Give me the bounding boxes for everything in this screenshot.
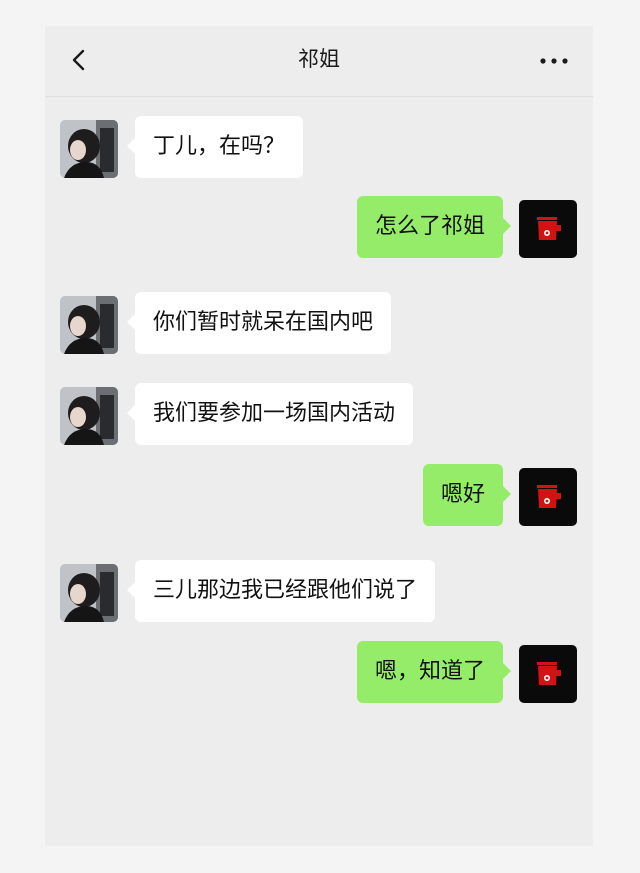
contact-avatar[interactable] <box>60 564 118 622</box>
more-horizontal-icon[interactable] <box>539 51 569 71</box>
message-row: 你们暂时就呆在国内吧 <box>45 292 593 360</box>
message-row: 三儿那边我已经跟他们说了 <box>45 560 593 628</box>
person-photo-icon <box>60 387 118 445</box>
message-row: 丁儿，在吗？ <box>45 116 593 184</box>
message-bubble[interactable]: 丁儿，在吗？ <box>126 116 304 178</box>
person-photo-icon <box>60 296 118 354</box>
contact-avatar[interactable] <box>60 296 118 354</box>
red-icon-avatar-icon <box>519 200 577 258</box>
red-icon-avatar-icon <box>519 468 577 526</box>
message-row: 我们要参加一场国内活动 <box>45 383 593 451</box>
message-row: 嗯，知道了 <box>45 641 593 709</box>
chat-title: 祁姐 <box>298 47 340 71</box>
my-avatar[interactable] <box>519 468 577 526</box>
message-bubble[interactable]: 三儿那边我已经跟他们说了 <box>126 560 436 622</box>
message-bubble[interactable]: 嗯好 <box>422 464 512 526</box>
message-row: 怎么了祁姐 <box>45 196 593 264</box>
person-photo-icon <box>60 120 118 178</box>
my-avatar[interactable] <box>519 645 577 703</box>
chat-header: 祁姐 <box>45 26 593 97</box>
contact-avatar[interactable] <box>60 387 118 445</box>
chat-screen: 祁姐 丁儿，在吗？ 怎么了祁姐 你们暂时就呆在国内吧 我们要参加一场国内活动 嗯… <box>45 26 593 846</box>
message-bubble[interactable]: 嗯，知道了 <box>356 641 512 703</box>
my-avatar[interactable] <box>519 200 577 258</box>
contact-avatar[interactable] <box>60 120 118 178</box>
red-icon-avatar-icon <box>519 645 577 703</box>
message-bubble[interactable]: 你们暂时就呆在国内吧 <box>126 292 392 354</box>
message-bubble[interactable]: 我们要参加一场国内活动 <box>126 383 414 445</box>
message-row: 嗯好 <box>45 464 593 532</box>
message-bubble[interactable]: 怎么了祁姐 <box>356 196 512 258</box>
person-photo-icon <box>60 564 118 622</box>
